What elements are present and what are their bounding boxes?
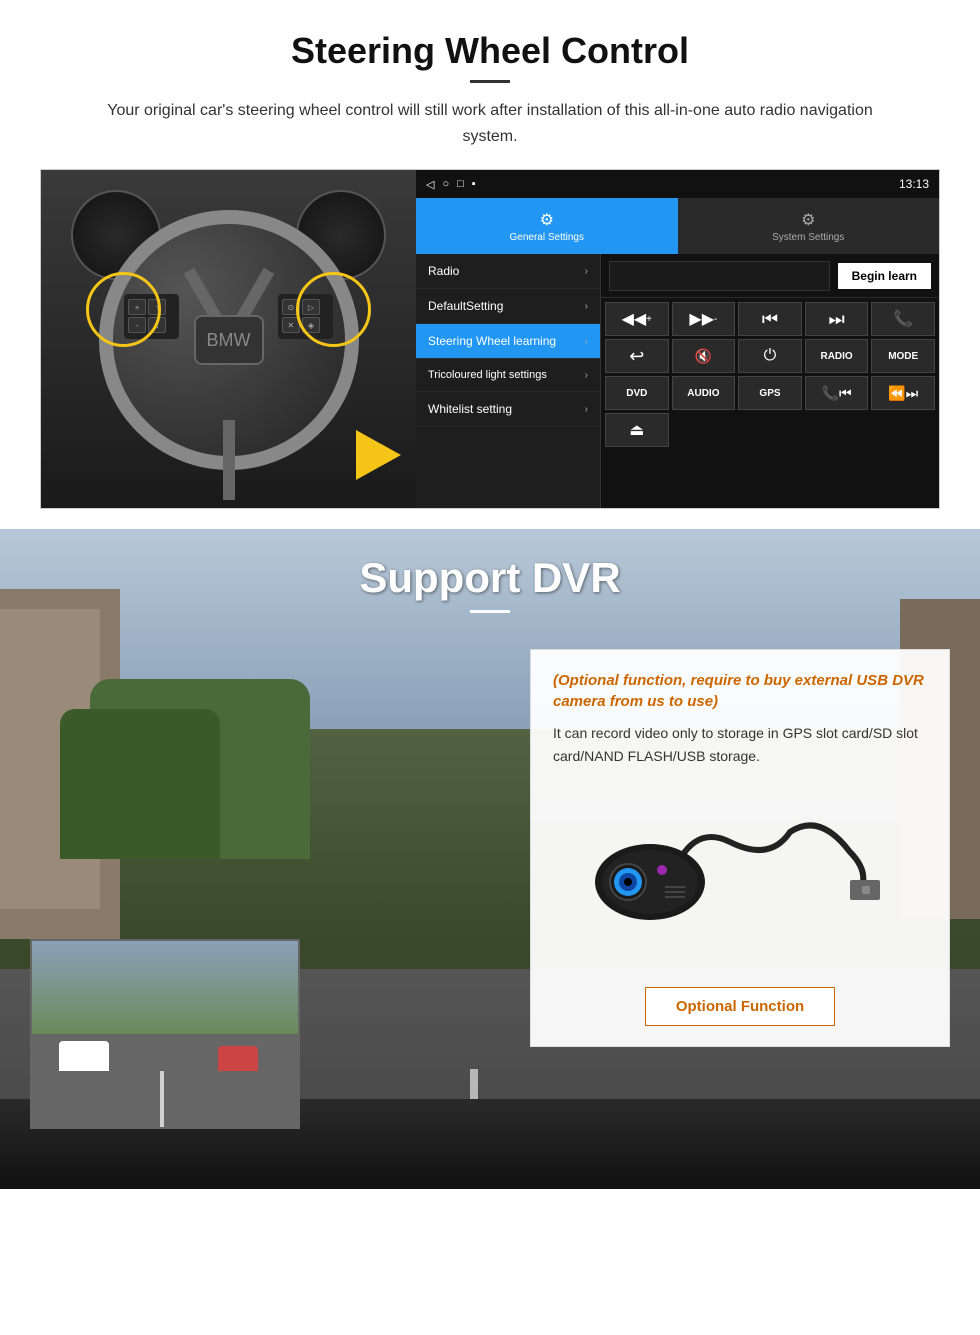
phone-icon: 📞	[893, 309, 913, 329]
statusbar-time: 13:13	[899, 177, 929, 191]
phone-prev-button[interactable]: 📞⏮	[805, 376, 869, 410]
dvr-section: Support DVR (Optional function, require …	[0, 529, 980, 1189]
menu-tricoloured-label: Tricoloured light settings	[428, 369, 547, 381]
dvr-info-text: It can record video only to storage in G…	[553, 722, 927, 767]
menu-default-arrow: ›	[585, 301, 588, 312]
radio-button[interactable]: RADIO	[805, 339, 869, 373]
prev-track-button[interactable]: ⏮	[738, 302, 802, 336]
control-buttons-grid: ◀◀+ ▶▶- ⏮ ⏭ 📞	[601, 298, 939, 451]
back-call-icon: ↩	[629, 346, 644, 367]
dvr-screenshot-bg	[32, 941, 298, 1127]
menu-tricoloured-arrow: ›	[585, 370, 588, 381]
vol-up-button[interactable]: ◀◀+	[605, 302, 669, 336]
section1-title: Steering Wheel Control	[40, 30, 940, 72]
phone-button[interactable]: 📞	[871, 302, 935, 336]
steering-wheel-section: Steering Wheel Control Your original car…	[0, 0, 980, 529]
main-content: Radio › DefaultSetting › Steering Wheel …	[416, 254, 939, 508]
vol-down-button[interactable]: ▶▶-	[672, 302, 736, 336]
phone-prev-icon: 📞⏮	[822, 385, 852, 402]
prev-track-icon: ⏮	[762, 309, 778, 330]
steering-wheel-center: BMW	[194, 315, 264, 365]
back-call-button[interactable]: ↩	[605, 339, 669, 373]
audio-button[interactable]: AUDIO	[672, 376, 736, 410]
menu-steering-arrow: ›	[585, 336, 588, 347]
section1-divider	[470, 80, 510, 83]
system-settings-label: System Settings	[772, 232, 844, 243]
general-settings-label: General Settings	[510, 232, 585, 243]
mode-button[interactable]: MODE	[871, 339, 935, 373]
statusbar: ◁ ○ □ ▪ 13:13	[416, 170, 939, 198]
mute-button[interactable]: 🔇	[672, 339, 736, 373]
android-ui-panel: ◁ ○ □ ▪ 13:13 ⚙ General Settings ⚙ Syste…	[416, 170, 939, 508]
section1-subtitle: Your original car's steering wheel contr…	[90, 98, 890, 149]
dvr-optional-text: (Optional function, require to buy exter…	[553, 670, 927, 712]
back-icon: ◁	[426, 178, 434, 191]
highlight-circle-right	[296, 272, 371, 347]
vol-down-icon: ▶▶	[689, 309, 714, 329]
dvd-button[interactable]: DVD	[605, 376, 669, 410]
power-button[interactable]: ⏻	[738, 339, 802, 373]
begin-learn-button[interactable]: Begin learn	[838, 263, 931, 289]
menu-whitelist-label: Whitelist setting	[428, 402, 512, 416]
mode-label: MODE	[888, 351, 918, 362]
dvr-camera-illustration	[553, 782, 927, 982]
dvr-camera-screenshot	[30, 939, 300, 1129]
system-settings-icon: ⚙	[801, 210, 815, 230]
dvd-label: DVD	[626, 388, 647, 399]
menu-whitelist-arrow: ›	[585, 404, 588, 415]
audio-label: AUDIO	[687, 388, 719, 399]
steering-wheel-photo: BMW + ↑ - ↓ ⊙ ▷ ✕ ◈	[41, 170, 416, 509]
recents-icon: □	[457, 178, 464, 191]
steering-wheel-screenshot: BMW + ↑ - ↓ ⊙ ▷ ✕ ◈	[40, 169, 940, 509]
begin-learn-row: Begin learn	[601, 254, 939, 298]
menu-item-steering-wheel[interactable]: Steering Wheel learning ›	[416, 324, 600, 359]
radio-label: RADIO	[820, 351, 852, 362]
settings-menu: Radio › DefaultSetting › Steering Wheel …	[416, 254, 601, 508]
optional-function-button[interactable]: Optional Function	[645, 987, 835, 1026]
menu-steering-label: Steering Wheel learning	[428, 334, 556, 348]
dvr-divider	[470, 610, 510, 613]
prev-next-icon: ⏪⏭	[888, 385, 918, 402]
menu-item-whitelist[interactable]: Whitelist setting ›	[416, 392, 600, 427]
general-settings-icon: ⚙	[540, 210, 554, 230]
key-input-field[interactable]	[609, 261, 830, 291]
menu-radio-label: Radio	[428, 264, 459, 278]
dvr-info-box: (Optional function, require to buy exter…	[530, 649, 950, 1047]
menu-icon: ▪	[472, 178, 476, 191]
highlight-circle-left	[86, 272, 161, 347]
gps-button[interactable]: GPS	[738, 376, 802, 410]
eject-button[interactable]: ⏏	[605, 413, 669, 447]
prev-next-button[interactable]: ⏪⏭	[871, 376, 935, 410]
mute-icon: 🔇	[695, 348, 712, 365]
vol-up-icon: ◀◀	[622, 309, 647, 329]
menu-item-tricoloured[interactable]: Tricoloured light settings ›	[416, 359, 600, 392]
menu-radio-arrow: ›	[585, 266, 588, 277]
menu-default-label: DefaultSetting	[428, 299, 503, 313]
next-track-icon: ⏭	[828, 309, 844, 330]
home-icon: ○	[442, 178, 449, 191]
menu-item-radio[interactable]: Radio ›	[416, 254, 600, 289]
steering-wheel-photo-inner: BMW + ↑ - ↓ ⊙ ▷ ✕ ◈	[41, 170, 416, 509]
gps-label: GPS	[759, 388, 780, 399]
settings-tabs: ⚙ General Settings ⚙ System Settings	[416, 198, 939, 254]
steering-wheel-content: Begin learn ◀◀+ ▶▶- ⏮	[601, 254, 939, 508]
dvr-camera-svg	[590, 802, 890, 962]
tab-general-settings[interactable]: ⚙ General Settings	[416, 198, 678, 254]
eject-icon: ⏏	[629, 420, 644, 440]
next-track-button[interactable]: ⏭	[805, 302, 869, 336]
statusbar-nav-icons: ◁ ○ □ ▪	[426, 178, 476, 191]
menu-item-default-setting[interactable]: DefaultSetting ›	[416, 289, 600, 324]
dvr-title: Support DVR	[0, 529, 980, 602]
power-icon: ⏻	[764, 347, 777, 365]
tab-system-settings[interactable]: ⚙ System Settings	[678, 198, 940, 254]
